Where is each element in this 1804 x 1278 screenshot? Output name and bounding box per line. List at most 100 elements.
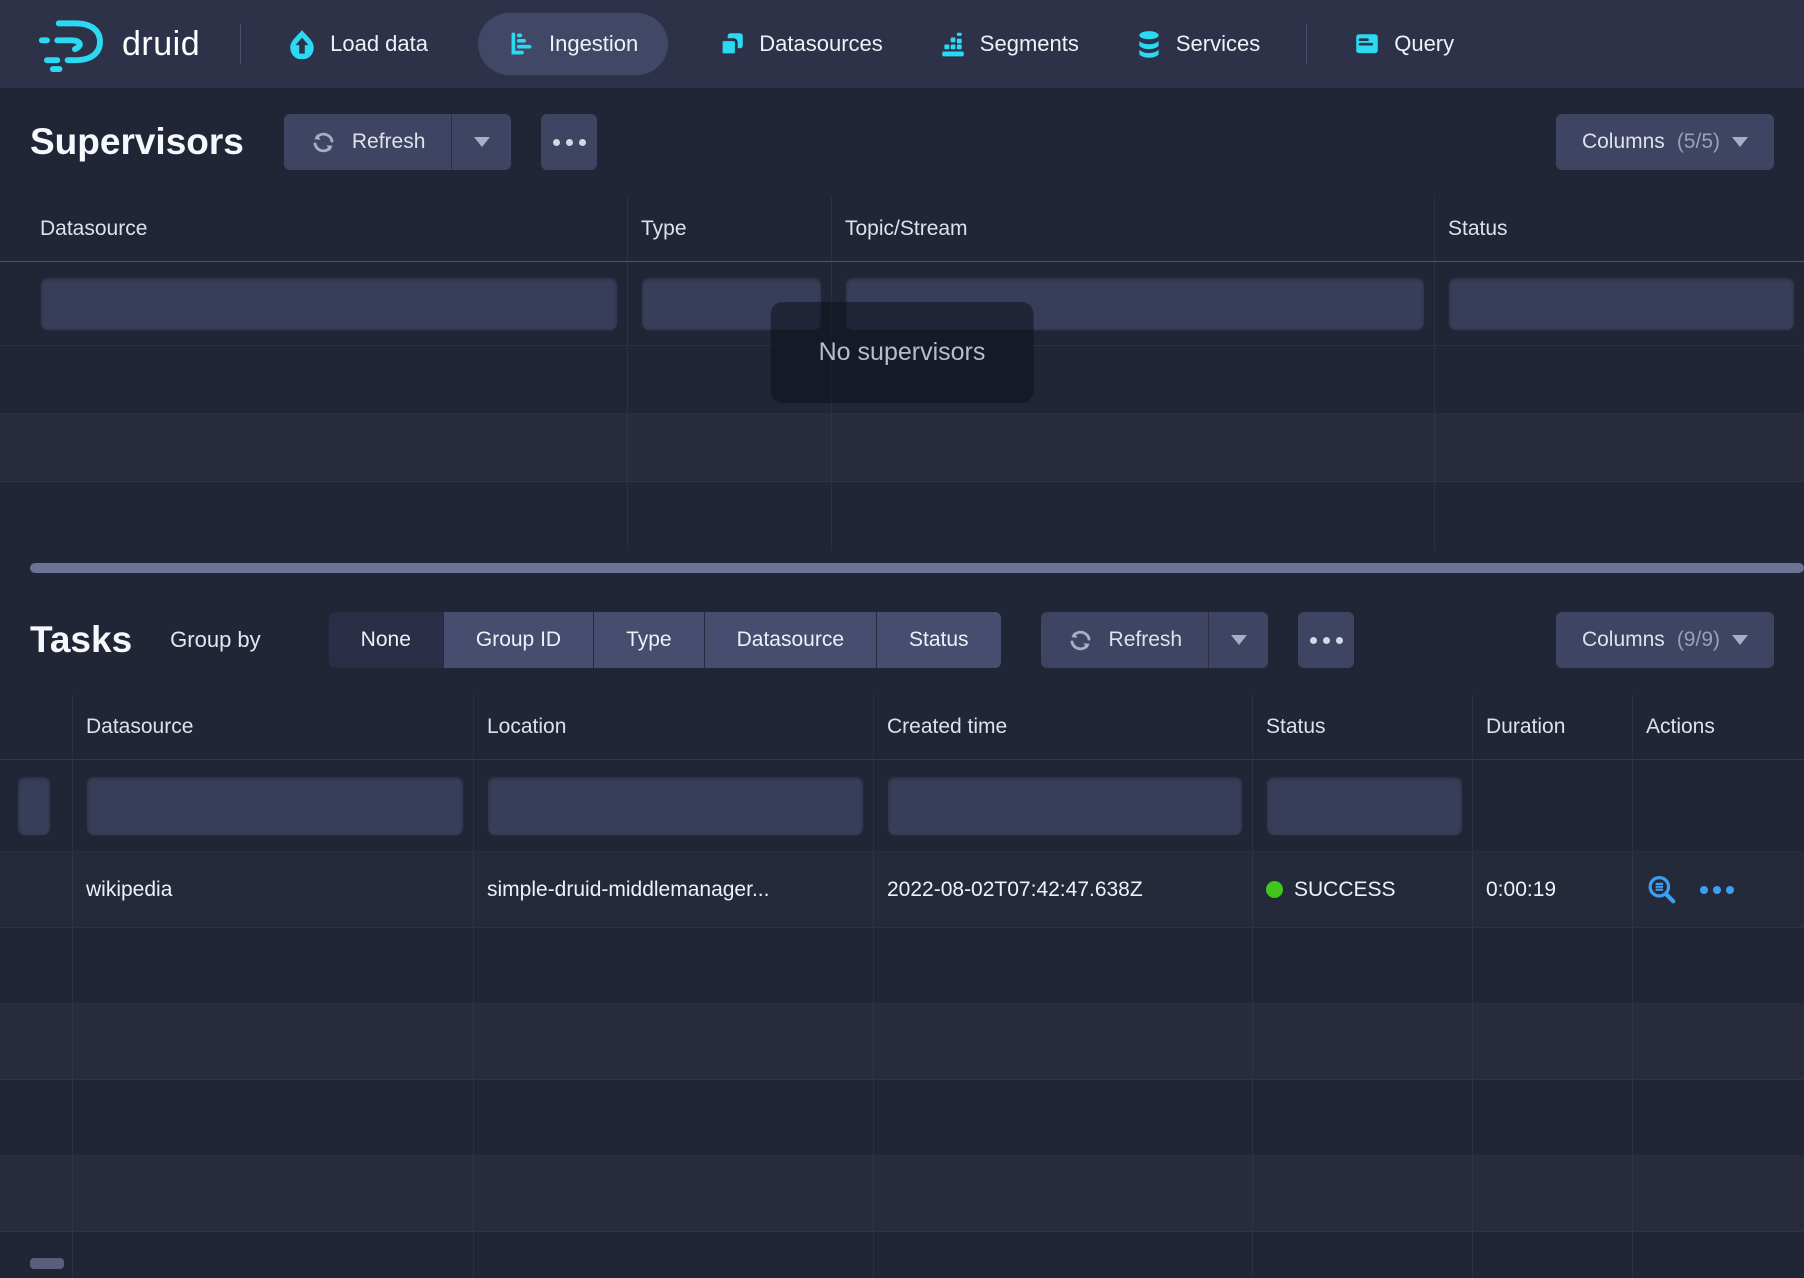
- supervisors-refresh-caret-button[interactable]: [451, 114, 511, 170]
- segments-icon: [939, 30, 967, 58]
- ingestion-icon: [508, 30, 536, 58]
- column-header-actions[interactable]: Actions: [1633, 694, 1804, 759]
- task-location-value: simple-druid-middlemanager...: [474, 852, 874, 927]
- table-row: [0, 928, 1804, 1004]
- druid-logo[interactable]: druid: [36, 16, 200, 72]
- column-header-type[interactable]: Type: [628, 196, 832, 261]
- supervisors-horizontal-scrollbar[interactable]: [0, 550, 1804, 586]
- tasks-filter-row: [0, 760, 1804, 852]
- task-more-actions-button[interactable]: [1700, 886, 1734, 894]
- task-actions-cell: [1633, 852, 1804, 927]
- tasks-table: Datasource Location Created time Status …: [0, 694, 1804, 1278]
- columns-label: Columns: [1582, 628, 1665, 652]
- datasources-icon: [718, 30, 746, 58]
- supervisors-title: Supervisors: [30, 121, 244, 163]
- supervisors-refresh-button[interactable]: Refresh: [284, 114, 452, 170]
- supervisors-toolbar: Supervisors Refresh Columns (5/5): [0, 88, 1804, 196]
- nav-item-services[interactable]: Services: [1129, 29, 1266, 59]
- nav-item-label: Ingestion: [549, 31, 638, 57]
- column-header-status[interactable]: Status: [1435, 196, 1804, 261]
- nav-item-label: Query: [1394, 31, 1454, 57]
- task-status-filter-input[interactable]: [1266, 776, 1463, 836]
- group-by-status-button[interactable]: Status: [876, 612, 1001, 668]
- chevron-down-icon: [474, 137, 490, 147]
- nav-item-datasources[interactable]: Datasources: [712, 30, 889, 58]
- nav-item-label: Datasources: [759, 31, 883, 57]
- chevron-down-icon: [1732, 635, 1748, 645]
- load-data-icon: [287, 29, 317, 59]
- group-by-group-id-button[interactable]: Group ID: [443, 612, 593, 668]
- chevron-down-icon: [1231, 635, 1247, 645]
- task-datasource-value: wikipedia: [73, 852, 474, 927]
- tasks-more-button[interactable]: [1298, 612, 1354, 668]
- supervisors-columns-button[interactable]: Columns (5/5): [1556, 114, 1774, 170]
- column-header-created-time[interactable]: Created time: [874, 694, 1253, 759]
- column-header-location[interactable]: Location: [474, 694, 874, 759]
- supervisor-datasource-filter-input[interactable]: [40, 277, 618, 331]
- nav-item-label: Load data: [330, 31, 428, 57]
- druid-logo-icon: [36, 16, 108, 72]
- status-success-dot: [1266, 881, 1283, 898]
- supervisors-refresh-split-button: Refresh: [284, 114, 512, 170]
- nav-item-segments[interactable]: Segments: [933, 30, 1085, 58]
- more-icon: [1310, 637, 1317, 644]
- task-created-time-value: 2022-08-02T07:42:47.638Z: [874, 852, 1253, 927]
- tasks-horizontal-scrollbar[interactable]: [30, 1258, 64, 1269]
- tasks-refresh-button[interactable]: Refresh: [1041, 612, 1209, 668]
- table-row: [0, 1080, 1804, 1156]
- task-status-value: SUCCESS: [1253, 852, 1473, 927]
- group-by-type-button[interactable]: Type: [593, 612, 704, 668]
- column-header-datasource[interactable]: Datasource: [0, 196, 628, 261]
- tasks-refresh-caret-button[interactable]: [1208, 612, 1268, 668]
- table-row: [0, 1232, 1804, 1278]
- task-row-wikipedia: wikipedia simple-druid-middlemanager... …: [0, 852, 1804, 928]
- magnifying-glass-icon: [1646, 874, 1678, 906]
- nav-item-label: Segments: [980, 31, 1079, 57]
- chevron-down-icon: [1732, 137, 1748, 147]
- refresh-label: Refresh: [352, 130, 426, 154]
- scrollbar-thumb[interactable]: [30, 563, 1804, 573]
- supervisors-more-button[interactable]: [541, 114, 597, 170]
- nav-item-load-data[interactable]: Load data: [281, 29, 434, 59]
- nav-item-query[interactable]: Query: [1347, 30, 1460, 58]
- table-row: [0, 482, 1804, 550]
- group-by-datasource-button[interactable]: Datasource: [704, 612, 876, 668]
- nav-item-ingestion[interactable]: Ingestion: [478, 13, 668, 75]
- top-nav-bar: druid Load data Ingestion: [0, 0, 1804, 88]
- column-header-duration[interactable]: Duration: [1473, 694, 1633, 759]
- table-row: [0, 1156, 1804, 1232]
- status-text: SUCCESS: [1294, 878, 1396, 902]
- column-header-topic-stream[interactable]: Topic/Stream: [832, 196, 1435, 261]
- table-row: [0, 1004, 1804, 1080]
- refresh-icon: [1067, 627, 1094, 654]
- columns-count: (5/5): [1677, 130, 1720, 154]
- refresh-label: Refresh: [1109, 628, 1183, 652]
- more-icon: [553, 139, 560, 146]
- tasks-header-row: Datasource Location Created time Status …: [0, 694, 1804, 760]
- column-header-datasource[interactable]: Datasource: [73, 694, 474, 759]
- task-location-filter-input[interactable]: [487, 776, 864, 836]
- tasks-title: Tasks: [30, 619, 132, 661]
- task-created-time-filter-input[interactable]: [887, 776, 1243, 836]
- group-by-segmented-control: None Group ID Type Datasource Status: [329, 612, 1001, 668]
- column-header-status[interactable]: Status: [1253, 694, 1473, 759]
- nav-item-label: Services: [1176, 31, 1260, 57]
- columns-count: (9/9): [1677, 628, 1720, 652]
- columns-label: Columns: [1582, 130, 1665, 154]
- column-header-task-id[interactable]: [0, 694, 73, 759]
- tasks-columns-button[interactable]: Columns (9/9): [1556, 612, 1774, 668]
- query-icon: [1353, 30, 1381, 58]
- supervisors-header-row: Datasource Type Topic/Stream Status: [0, 196, 1804, 262]
- more-icon: [1700, 886, 1708, 894]
- supervisors-table: Datasource Type Topic/Stream Status No s…: [0, 196, 1804, 550]
- task-datasource-filter-input[interactable]: [86, 776, 464, 836]
- table-row: [0, 414, 1804, 482]
- group-by-none-button[interactable]: None: [329, 612, 443, 668]
- task-details-button[interactable]: [1646, 874, 1678, 906]
- supervisor-status-filter-input[interactable]: [1448, 277, 1795, 331]
- tasks-toolbar: Tasks Group by None Group ID Type Dataso…: [0, 586, 1804, 694]
- task-id-filter-input[interactable]: [17, 776, 51, 836]
- tasks-refresh-split-button: Refresh: [1041, 612, 1269, 668]
- nav-divider: [240, 24, 241, 64]
- nav-divider: [1306, 24, 1307, 64]
